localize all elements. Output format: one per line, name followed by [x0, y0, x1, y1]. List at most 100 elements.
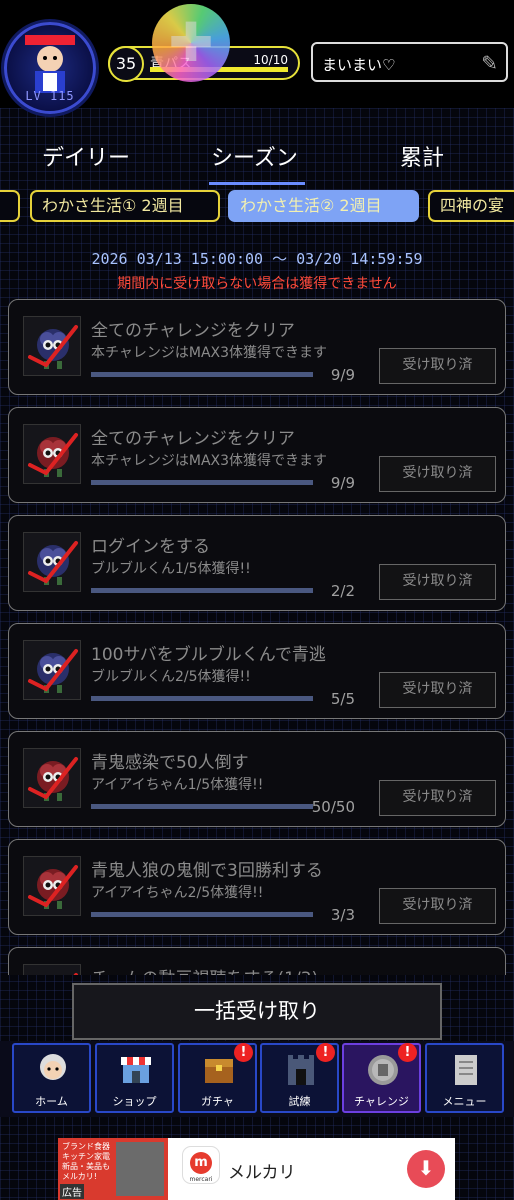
plus-button[interactable]: ✚ [152, 4, 230, 82]
ad-label: 広告 [60, 1184, 84, 1199]
claimed-button[interactable]: 受け取り済 [379, 672, 496, 708]
subtab-previous-partial[interactable] [0, 190, 20, 222]
challenge-progress-bar [91, 696, 313, 701]
mercari-logo-word: mercari [189, 1176, 213, 1183]
claimed-button[interactable]: 受け取り済 [379, 348, 496, 384]
challenge-card: 100サバをブルブルくんで青逃ブルブルくん2/5体獲得!! 5/5 受け取り済 [8, 623, 506, 719]
ad-product-photo [116, 1142, 164, 1196]
gacha-icon [205, 1059, 233, 1083]
challenge-progress-count: 2/2 [330, 582, 355, 600]
challenge-card: 全てのチャレンジをクリア本チャレンジはMAX3体獲得できます 9/9 受け取り済 [8, 299, 506, 395]
bottom-nav: ホーム ショップ ガチャ ! 試練 ! チャレンジ ! メニュー [0, 1041, 514, 1117]
nav-menu-label: メニュー [442, 1095, 487, 1108]
pass-count: 10/10 [253, 53, 288, 67]
pass-level-badge: 35 [108, 46, 144, 82]
nav-shop[interactable]: ショップ [95, 1043, 174, 1113]
nav-menu[interactable]: メニュー [425, 1043, 504, 1113]
active-tab-indicator [209, 182, 305, 185]
challenge-progress-count: 50/50 [311, 798, 355, 816]
challenge-title: 100サバをブルブルくんで青逃 [91, 645, 326, 665]
trial-alert-badge: ! [316, 1043, 335, 1062]
nav-trial[interactable]: 試練 ! [260, 1043, 339, 1113]
nav-trial-label: 試練 [288, 1095, 311, 1108]
nav-challenge-label: チャレンジ [354, 1095, 409, 1108]
gacha-alert-badge: ! [234, 1043, 253, 1062]
challenge-subtitle: 本チャレンジはMAX3体獲得できます [91, 453, 328, 469]
challenge-progress-bar [91, 804, 313, 809]
challenge-progress-bar [91, 588, 313, 593]
top-bar: LV 115 35 青パス 10/10 ✚ まいまい♡ ✎ [0, 0, 514, 114]
challenge-list[interactable]: 全てのチャレンジをクリア 本チャレンジはMAX3体獲得できます 9/9 受け取り済 全て… [0, 299, 514, 975]
plus-icon: ✚ [168, 11, 214, 74]
nav-gacha[interactable]: ガチャ ! [178, 1043, 257, 1113]
challenge-title: 全てのチャレンジをクリア [91, 321, 295, 341]
season-period: 2026 03/13 15:00:00 〜 03/20 14:59:59 [91, 250, 423, 268]
nav-home-label: ホーム [35, 1095, 68, 1108]
season-subtabs: わかさ生活① 2週目 わかさ生活② 2週目 四神の宴 [0, 190, 514, 224]
challenge-alert-badge: ! [398, 1043, 417, 1062]
ad-banner-text: ブランド食器 キッチン家電 新品・美品も メルカリ! [62, 1142, 110, 1181]
nav-home[interactable]: ホーム [12, 1043, 91, 1113]
challenge-card: 全てのチャレンジをクリア本チャレンジはMAX3体獲得できます 9/9 受け取り済 [8, 407, 506, 503]
challenge-title: 青鬼人狼の鬼側で3回勝利する [91, 861, 323, 881]
trial-icon [288, 1055, 314, 1085]
challenge-title: チームの動画視聴をする(1/3) [91, 964, 318, 975]
main-tabs: デイリー シーズン 累計 [0, 140, 514, 190]
mercari-logo-icon: m mercari [182, 1146, 220, 1184]
username-field[interactable]: まいまい♡ ✎ [311, 42, 508, 82]
challenge-progress-bar [91, 372, 313, 377]
challenge-title: ログインをする [91, 537, 210, 557]
pencil-icon[interactable]: ✎ [481, 51, 498, 75]
challenge-subtitle: アイアイちゃん1/5体獲得!! [91, 777, 264, 793]
tab-daily[interactable]: デイリー [42, 140, 130, 172]
ad-banner[interactable]: ブランド食器 キッチン家電 新品・美品も メルカリ! 広告 m mercari … [58, 1138, 455, 1200]
receive-warning: 期間内に受け取らない場合は獲得できません [117, 276, 397, 292]
claimed-button[interactable]: 受け取り済 [379, 456, 496, 492]
challenge-title: 全てのチャレンジをクリア [91, 429, 295, 449]
character-icon [23, 532, 81, 592]
claimed-button[interactable]: 受け取り済 [379, 564, 496, 600]
challenge-title: 青鬼感染で50人倒す [91, 753, 249, 773]
challenge-subtitle: アイアイちゃん2/5体獲得!! [91, 885, 264, 901]
challenge-progress-count: 5/5 [330, 690, 355, 708]
challenge-card: ログインをするブルブルくん1/5体獲得!! 2/2 受け取り済 [8, 515, 506, 611]
bulk-receive-button[interactable]: 一括受け取り [72, 983, 442, 1040]
home-icon [40, 1054, 66, 1080]
character-icon [23, 748, 81, 808]
challenge-progress-count: 9/9 [330, 474, 355, 492]
subtab-shijin[interactable]: 四神の宴 [428, 190, 514, 222]
download-icon[interactable]: ⬇ [407, 1150, 445, 1188]
challenge-card: 青鬼人狼の鬼側で3回勝利する アイアイちゃん2/5体獲得!! 3/3 受け取り済 [8, 839, 506, 935]
challenge-subtitle: ブルブルくん1/5体獲得!! [91, 561, 251, 577]
player-level-label: LV 115 [25, 89, 75, 103]
username-text: まいまい♡ [322, 56, 396, 74]
character-icon [23, 964, 81, 975]
challenge-card: 青鬼感染で50人倒すアイアイちゃん1/5体獲得!! 50/50 受け取り済 [8, 731, 506, 827]
character-icon [23, 316, 81, 376]
character-icon [23, 424, 81, 484]
nav-shop-label: ショップ [112, 1095, 157, 1108]
ad-title: メルカリ [228, 1163, 296, 1183]
challenge-card: チームの動画視聴をする(1/3) [8, 947, 506, 975]
player-avatar[interactable]: LV 115 [4, 22, 96, 114]
challenge-subtitle: ブルブルくん2/5体獲得!! [91, 669, 251, 685]
subtab-wakasa-2[interactable]: わかさ生活② 2週目 [228, 190, 419, 222]
challenge-progress-bar [91, 480, 313, 485]
nav-gacha-label: ガチャ [201, 1095, 234, 1108]
claimed-button[interactable]: 受け取り済 [379, 780, 496, 816]
mercari-logo-letter: m [190, 1152, 212, 1174]
character-icon [23, 856, 81, 916]
tab-season[interactable]: シーズン [211, 140, 298, 172]
character-icon [23, 640, 81, 700]
challenge-progress-count: 9/9 [330, 366, 355, 384]
challenge-subtitle: 本チャレンジはMAX3体獲得できます [91, 345, 328, 361]
claimed-button[interactable]: 受け取り済 [379, 888, 496, 924]
challenge-progress-bar [91, 912, 313, 917]
challenge-icon [368, 1055, 398, 1085]
shop-icon [121, 1057, 151, 1083]
ad-image: ブランド食器 キッチン家電 新品・美品も メルカリ! 広告 [58, 1138, 168, 1200]
subtab-wakasa-1[interactable]: わかさ生活① 2週目 [30, 190, 220, 222]
menu-icon [455, 1055, 477, 1085]
tab-cumulative[interactable]: 累計 [400, 140, 444, 172]
nav-challenge[interactable]: チャレンジ ! [342, 1043, 421, 1113]
